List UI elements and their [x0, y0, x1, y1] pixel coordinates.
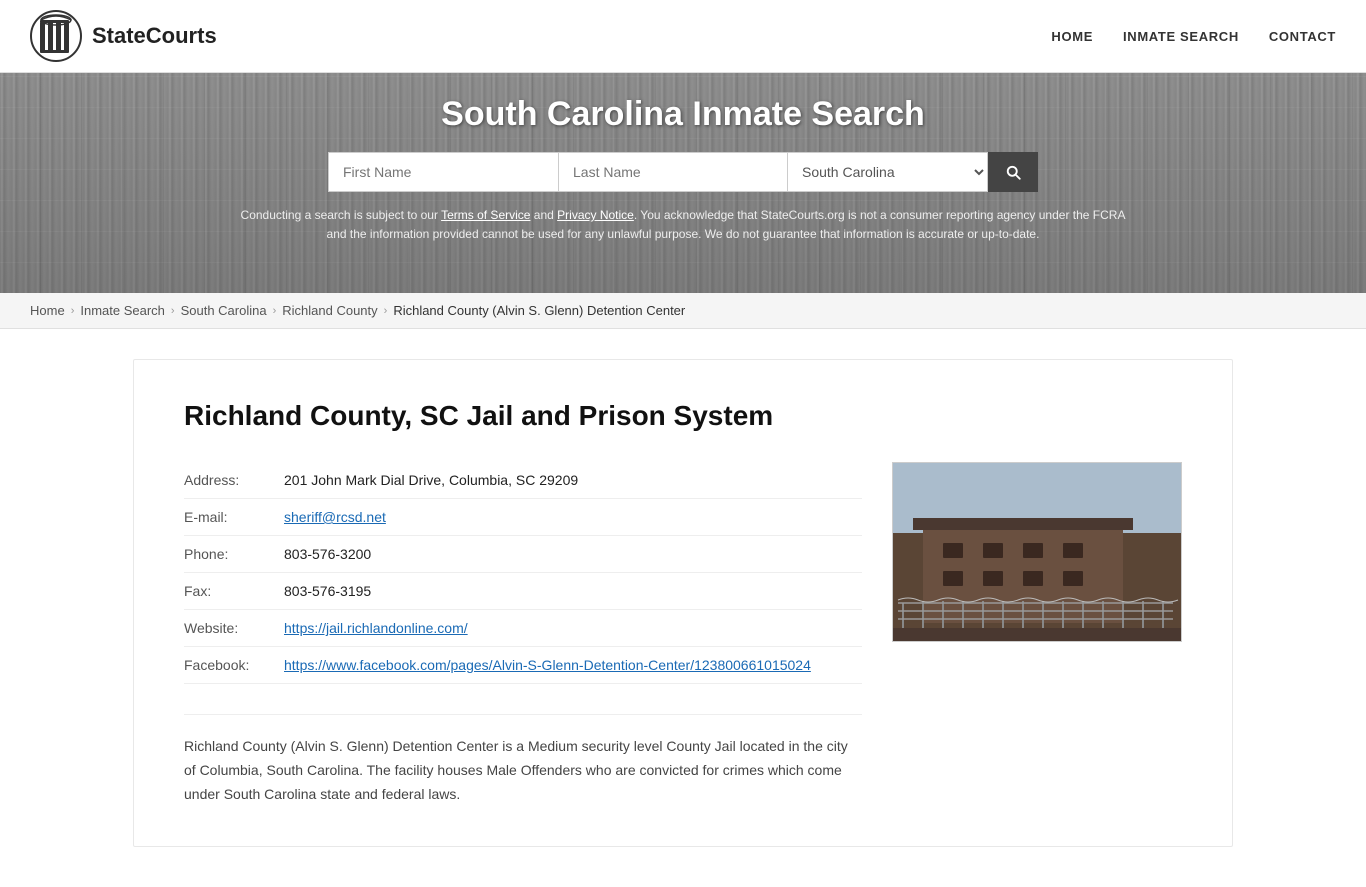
hero-content: South Carolina Inmate Search Select Stat… [0, 73, 1366, 260]
content-card: Richland County, SC Jail and Prison Syst… [133, 359, 1233, 847]
facebook-value: https://www.facebook.com/pages/Alvin-S-G… [284, 657, 811, 673]
breadcrumb-sep-4: › [384, 305, 388, 317]
phone-label: Phone: [184, 546, 284, 562]
search-bar: Select State Alabama Alaska Arizona Arka… [20, 152, 1346, 192]
facility-image [892, 462, 1182, 642]
nav-contact[interactable]: CONTACT [1269, 29, 1336, 44]
email-row: E-mail: sheriff@rcsd.net [184, 499, 862, 536]
hero-disclaimer: Conducting a search is subject to our Te… [233, 206, 1133, 244]
address-value: 201 John Mark Dial Drive, Columbia, SC 2… [284, 472, 578, 488]
logo-area[interactable]: StateCourts [30, 10, 217, 62]
website-row: Website: https://jail.richlandonline.com… [184, 610, 862, 647]
website-value: https://jail.richlandonline.com/ [284, 620, 468, 636]
facebook-row: Facebook: https://www.facebook.com/pages… [184, 647, 862, 684]
state-select[interactable]: Select State Alabama Alaska Arizona Arka… [788, 152, 988, 192]
address-label: Address: [184, 472, 284, 488]
website-label: Website: [184, 620, 284, 636]
nav-links: HOME INMATE SEARCH CONTACT [1051, 29, 1336, 44]
logo-text: StateCourts [92, 23, 217, 49]
hero-section: South Carolina Inmate Search Select Stat… [0, 73, 1366, 293]
facebook-link[interactable]: https://www.facebook.com/pages/Alvin-S-G… [284, 657, 811, 673]
first-name-input[interactable] [328, 152, 558, 192]
email-value: sheriff@rcsd.net [284, 509, 386, 525]
info-table: Address: 201 John Mark Dial Drive, Colum… [184, 462, 862, 806]
fax-label: Fax: [184, 583, 284, 599]
info-layout: Address: 201 John Mark Dial Drive, Colum… [184, 462, 1182, 806]
breadcrumb-sep-1: › [71, 305, 75, 317]
breadcrumb-current: Richland County (Alvin S. Glenn) Detenti… [393, 303, 685, 318]
email-label: E-mail: [184, 509, 284, 525]
address-row: Address: 201 John Mark Dial Drive, Colum… [184, 462, 862, 499]
breadcrumb-south-carolina[interactable]: South Carolina [181, 303, 267, 318]
phone-value: 803-576-3200 [284, 546, 371, 562]
nav-home[interactable]: HOME [1051, 29, 1093, 44]
website-link[interactable]: https://jail.richlandonline.com/ [284, 620, 468, 636]
breadcrumb-sep-2: › [171, 305, 175, 317]
facility-description: Richland County (Alvin S. Glenn) Detenti… [184, 714, 862, 806]
facility-image-wrap [892, 462, 1182, 642]
facebook-label: Facebook: [184, 657, 284, 673]
privacy-link[interactable]: Privacy Notice [557, 208, 634, 222]
search-button[interactable] [988, 152, 1038, 192]
fax-row: Fax: 803-576-3195 [184, 573, 862, 610]
columns-icon [30, 10, 82, 62]
description-text: Richland County (Alvin S. Glenn) Detenti… [184, 735, 862, 806]
last-name-input[interactable] [558, 152, 788, 192]
breadcrumb-richland-county[interactable]: Richland County [282, 303, 377, 318]
terms-link[interactable]: Terms of Service [441, 208, 530, 222]
facility-title: Richland County, SC Jail and Prison Syst… [184, 400, 1182, 432]
search-icon [1004, 163, 1022, 181]
breadcrumb-sep-3: › [273, 305, 277, 317]
nav-inmate-search[interactable]: INMATE SEARCH [1123, 29, 1239, 44]
phone-row: Phone: 803-576-3200 [184, 536, 862, 573]
main-content: Richland County, SC Jail and Prison Syst… [93, 329, 1273, 887]
hero-title: South Carolina Inmate Search [20, 95, 1346, 134]
breadcrumb: Home › Inmate Search › South Carolina › … [0, 293, 1366, 329]
fax-value: 803-576-3195 [284, 583, 371, 599]
email-link[interactable]: sheriff@rcsd.net [284, 509, 386, 525]
top-navigation: StateCourts HOME INMATE SEARCH CONTACT [0, 0, 1366, 73]
breadcrumb-home[interactable]: Home [30, 303, 65, 318]
breadcrumb-inmate-search[interactable]: Inmate Search [80, 303, 165, 318]
